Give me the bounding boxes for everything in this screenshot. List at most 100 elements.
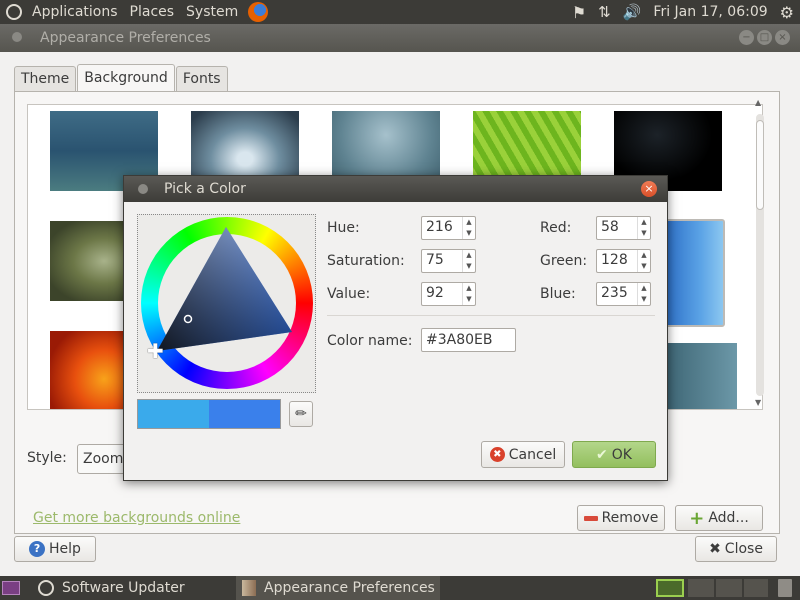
green-spinner[interactable]: 128 ▲ ▼: [596, 249, 651, 273]
tab-background[interactable]: Background: [77, 64, 175, 92]
ubuntu-logo-icon[interactable]: [6, 4, 22, 20]
workspace-switcher[interactable]: [656, 579, 684, 597]
volume-icon[interactable]: 🔊: [623, 3, 642, 21]
red-label: Red:: [540, 220, 572, 236]
clock[interactable]: Fri Jan 17, 06:09: [653, 4, 767, 20]
transfer-icon[interactable]: ⇅: [598, 3, 611, 21]
remove-label: Remove: [601, 510, 659, 526]
color-name-value: #3A80EB: [426, 332, 493, 348]
trash-icon[interactable]: [778, 579, 792, 597]
gallery-scrollbar[interactable]: ▲ ▼: [753, 98, 767, 410]
menu-system[interactable]: System: [180, 4, 244, 20]
dialog-title: Pick a Color: [164, 181, 246, 197]
help-label: Help: [49, 541, 81, 557]
tab-fonts[interactable]: Fonts: [175, 66, 228, 92]
dialog-menu-icon[interactable]: [138, 184, 148, 194]
spin-arrows-icon[interactable]: ▲ ▼: [637, 217, 650, 239]
style-value: Zoom: [83, 451, 124, 467]
cancel-label: Cancel: [508, 446, 557, 463]
scrollbar-thumb[interactable]: [756, 120, 764, 210]
tab-theme[interactable]: Theme: [14, 66, 77, 92]
value-label: Value:: [327, 286, 371, 302]
window-title-bar[interactable]: Appearance Preferences − □ ×: [0, 24, 800, 52]
show-desktop-icon[interactable]: [2, 581, 20, 595]
add-button[interactable]: + Add...: [675, 505, 763, 531]
red-spinner[interactable]: 58 ▲ ▼: [596, 216, 651, 240]
crosshair-cursor-icon: ✚: [147, 339, 164, 363]
color-name-field[interactable]: #3A80EB: [421, 328, 516, 352]
menu-places[interactable]: Places: [124, 4, 181, 20]
help-icon: ?: [29, 541, 46, 557]
saturation-spinner[interactable]: 75 ▲ ▼: [421, 249, 476, 273]
color-name-label: Color name:: [327, 333, 413, 349]
separator: [327, 315, 655, 316]
add-icon: +: [689, 507, 705, 529]
help-button[interactable]: ? Help: [14, 536, 96, 562]
wallpaper-thumbnail[interactable]: [665, 343, 737, 409]
minimize-button[interactable]: −: [739, 30, 754, 45]
color-swatches: [137, 399, 281, 429]
workspace-switcher[interactable]: [688, 579, 768, 597]
spin-arrows-icon[interactable]: ▲ ▼: [462, 250, 475, 272]
maximize-button[interactable]: □: [757, 30, 772, 45]
previous-color-swatch[interactable]: [138, 400, 209, 428]
scroll-down-icon[interactable]: ▼: [755, 398, 761, 407]
taskbar-item-appearance[interactable]: Appearance Preferences: [236, 576, 440, 600]
red-value: 58: [601, 219, 619, 235]
color-wheel-area: ✚: [137, 214, 316, 393]
remove-icon: [583, 515, 598, 521]
wallpaper-thumbnail-selected[interactable]: [665, 219, 725, 327]
spin-arrows-icon[interactable]: ▲ ▼: [637, 250, 650, 272]
more-backgrounds-link[interactable]: Get more backgrounds online: [33, 510, 240, 526]
saturation-value-triangle[interactable]: [138, 215, 317, 394]
appearance-icon: [242, 580, 256, 596]
hue-spinner[interactable]: 216 ▲ ▼: [421, 216, 476, 240]
close-button[interactable]: ✖ Close: [695, 536, 777, 562]
remove-button[interactable]: Remove: [577, 505, 665, 531]
saturation-label: Saturation:: [327, 253, 405, 269]
style-label: Style:: [27, 450, 67, 466]
eyedropper-button[interactable]: ✏: [289, 401, 313, 427]
add-label: Add...: [708, 510, 749, 526]
saturation-value: 75: [426, 252, 444, 268]
check-icon: ✔: [596, 446, 608, 463]
hue-value: 216: [426, 219, 453, 235]
value-spinner[interactable]: 92 ▲ ▼: [421, 282, 476, 306]
pick-color-dialog: Pick a Color × ✚ ✏ Hue: 216 ▲ ▼ Saturati…: [123, 175, 668, 481]
dialog-close-icon[interactable]: ×: [641, 181, 657, 197]
green-label: Green:: [540, 253, 588, 269]
ok-label: OK: [611, 446, 632, 463]
cancel-button[interactable]: ✖ Cancel: [481, 441, 565, 468]
close-window-button[interactable]: ×: [775, 30, 790, 45]
taskbar-item-software-updater[interactable]: Software Updater: [38, 576, 185, 600]
taskbar-label: Appearance Preferences: [264, 580, 435, 596]
menu-applications[interactable]: Applications: [26, 4, 124, 20]
gear-icon[interactable]: ⚙: [780, 3, 794, 22]
ok-button[interactable]: ✔ OK: [572, 441, 656, 468]
close-label: Close: [724, 541, 763, 557]
spin-arrows-icon[interactable]: ▲ ▼: [637, 283, 650, 305]
scroll-up-icon[interactable]: ▲: [755, 98, 761, 107]
blue-value: 235: [601, 285, 628, 301]
tab-bar: Theme Background Fonts: [14, 64, 229, 92]
window-title: Appearance Preferences: [40, 30, 211, 46]
firefox-icon[interactable]: [248, 2, 269, 22]
blue-spinner[interactable]: 235 ▲ ▼: [596, 282, 651, 306]
hue-label: Hue:: [327, 220, 360, 236]
taskbar-label: Software Updater: [62, 580, 185, 596]
network-tools-icon[interactable]: ⚑: [572, 3, 586, 22]
blue-label: Blue:: [540, 286, 576, 302]
top-panel: Applications Places System ⚑ ⇅ 🔊 Fri Jan…: [0, 0, 800, 24]
current-color-swatch[interactable]: [209, 400, 280, 428]
eyedropper-icon: ✏: [295, 406, 307, 422]
close-icon: ✖: [709, 541, 721, 557]
value-value: 92: [426, 285, 444, 301]
updater-icon: [38, 580, 54, 596]
window-menu-icon[interactable]: [12, 32, 22, 42]
dialog-title-bar[interactable]: Pick a Color ×: [124, 176, 667, 202]
cancel-icon: ✖: [489, 447, 505, 462]
green-value: 128: [601, 252, 628, 268]
bottom-panel: Software Updater Appearance Preferences: [0, 576, 800, 600]
spin-arrows-icon[interactable]: ▲ ▼: [462, 217, 475, 239]
spin-arrows-icon[interactable]: ▲ ▼: [462, 283, 475, 305]
